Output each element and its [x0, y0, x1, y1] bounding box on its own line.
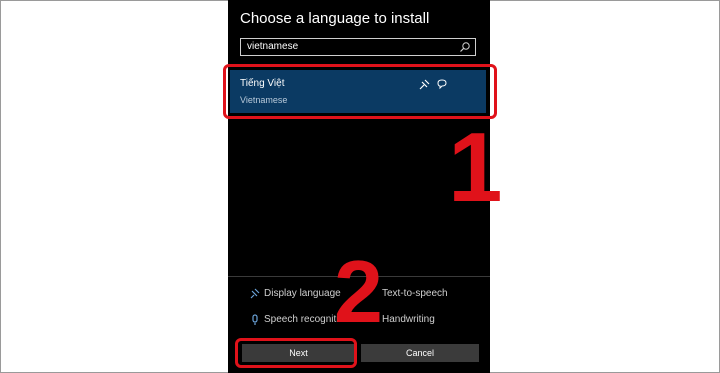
search-input[interactable]: vietnamese — [240, 38, 476, 56]
feature-label: Handwriting — [382, 314, 435, 325]
feature-display-language: Display language — [250, 288, 341, 299]
feature-speech-recognition: Speech recognitio — [252, 314, 345, 325]
search-value: vietnamese — [247, 41, 299, 52]
highlight-language-item — [223, 64, 497, 119]
display-language-icon — [250, 288, 260, 299]
search-icon[interactable] — [459, 41, 471, 53]
feature-label: Text-to-speech — [382, 288, 448, 299]
feature-label: Display language — [264, 288, 341, 299]
step-2-label: 2 — [334, 242, 383, 341]
microphone-icon — [252, 314, 258, 325]
feature-text-to-speech: Text-to-speech — [382, 288, 448, 299]
feature-label: Speech recognitio — [264, 314, 345, 325]
feature-handwriting: Handwriting — [382, 314, 435, 325]
dialog-title: Choose a language to install — [240, 10, 430, 27]
cancel-button[interactable]: Cancel — [361, 344, 479, 362]
step-1-label: 1 — [448, 112, 503, 222]
highlight-next-button — [235, 338, 357, 368]
